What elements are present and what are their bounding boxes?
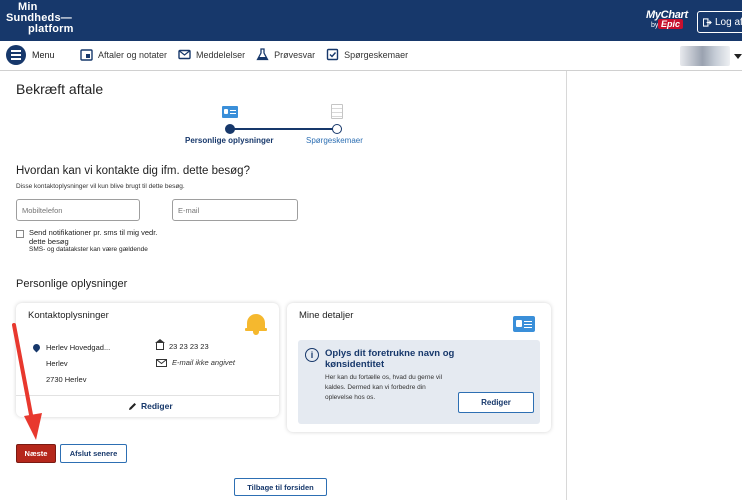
nav-item-appointments[interactable]: Aftaler og notater [80,48,167,61]
finish-later-button[interactable]: Afslut senere [60,444,127,463]
brand-logo[interactable]: Min Sundheds— platform [6,2,74,35]
location-pin-icon [31,342,42,353]
phone-input[interactable] [16,199,140,221]
home-phone-icon [155,339,165,350]
edit-contact-button[interactable]: Rediger [128,401,173,411]
stepper-line [230,128,337,130]
epic-label: Epic [658,19,684,29]
email-input[interactable] [172,199,298,221]
step-dot-pending [332,124,342,134]
top-header: Min Sundheds— platform MyChart by Epic L… [0,0,742,41]
nav-label-messages: Meddelelser [196,49,246,60]
user-avatar-blurred[interactable] [680,46,730,66]
nav-label-test-results: Prøvesvar [274,49,316,60]
address-line-2: Herlev [46,359,68,368]
preferred-name-info-box: i Oplys dit foretrukne navn og kønsident… [298,340,540,424]
nav-item-messages[interactable]: Meddelelser [178,48,245,61]
edit-details-button[interactable]: Rediger [458,392,534,413]
nav-item-test-results[interactable]: Prøvesvar [256,48,315,61]
hamburger-icon [6,45,26,65]
next-button[interactable]: Næste [16,444,56,463]
menu-label: Menu [32,50,55,60]
sms-checkbox[interactable] [16,230,24,238]
envelope-icon [156,358,167,367]
calendar-notes-icon [80,49,93,61]
content-divider [566,71,567,500]
logout-button[interactable]: Log af [697,11,742,33]
pencil-icon [129,402,136,410]
contact-card: Kontaktoplysninger Herlev Hovedgad... He… [16,303,279,417]
email-line: E-mail ikke angivet [156,358,235,367]
address-line-1: Herlev Hovedgad... [46,343,111,352]
contact-hint: Disse kontaktoplysninger vil kun blive b… [16,183,185,190]
personal-section-title: Personlige oplysninger [16,278,128,290]
step-label-personal: Personlige oplysninger [185,136,274,145]
sms-option: Send notifikationer pr. sms til mig vedr… [16,228,169,255]
step-label-questionnaires: Spørgeskemaer [306,136,363,145]
address-line-3: 2730 Herlev [46,375,87,384]
id-card-icon [513,316,535,332]
info-icon: i [305,348,319,362]
info-title: Oplys dit foretrukne navn og kønsidentit… [325,348,455,370]
email-value: E-mail ikke angivet [172,358,235,367]
main-nav: Menu Aftaler og notater Meddelelser Prøv… [0,41,742,71]
menu-button[interactable]: Menu [6,45,55,65]
mychart-epic-logo: MyChart by Epic [646,5,688,33]
phone-line: 23 23 23 23 [155,339,209,351]
contact-question: Hvordan kan vi kontakte dig ifm. dette b… [16,165,250,177]
card-divider [16,395,279,396]
id-card-icon [222,106,238,118]
progress-stepper: Personlige oplysninger Spørgeskemaer [180,102,400,152]
envelope-icon [178,49,191,60]
contact-card-title: Kontaktoplysninger [28,310,109,321]
logout-icon [703,17,712,27]
sms-note: SMS- og datatakster kan være gældende [29,246,148,253]
form-icon [331,104,343,119]
details-card-title: Mine detaljer [299,310,354,321]
details-card: Mine detaljer i Oplys dit foretrukne nav… [287,303,551,432]
checklist-icon [326,48,339,61]
page-title: Bekræft aftale [16,81,104,97]
sms-checkbox-label[interactable]: Send notifikationer pr. sms til mig vedr… [29,228,169,246]
bell-icon [245,312,267,336]
nav-label-appointments: Aftaler og notater [98,49,168,60]
nav-item-questionnaires[interactable]: Spørgeskemaer [326,48,408,61]
logout-label: Log af [715,16,742,28]
nav-label-questionnaires: Spørgeskemaer [344,49,409,60]
edit-contact-label: Rediger [141,401,173,411]
step-dot-active [225,124,235,134]
address-block: Herlev Hovedgad... Herlev 2730 Herlev [46,340,110,388]
back-to-home-button[interactable]: Tilbage til forsiden [234,478,327,496]
flask-icon [256,48,269,61]
info-text: Her kan du fortælle os, hvad du gerne vi… [325,374,443,401]
phone-number: 23 23 23 23 [169,342,209,351]
chevron-down-icon[interactable] [734,54,742,59]
brand-line-3: platform [28,23,74,35]
